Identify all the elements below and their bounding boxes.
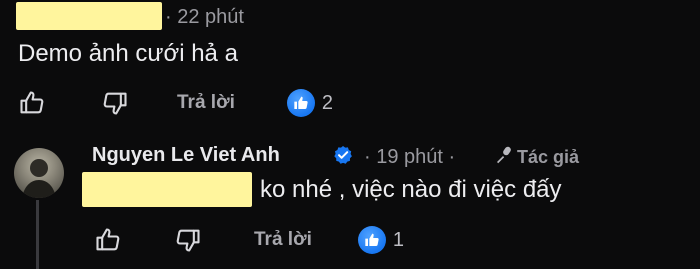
reply-button[interactable]: Trả lời [254, 229, 312, 251]
comment-text: Demo ảnh cưới hả a [18, 40, 238, 67]
author-name[interactable]: Nguyen Le Viet Anh [92, 144, 280, 167]
like-icon [286, 89, 315, 117]
reaction-count: 2 [321, 91, 333, 114]
verified-badge-icon [334, 146, 352, 164]
comment-thread: · 22 phút Demo ảnh cưới hả a Trả lời 2 N… [0, 0, 700, 269]
thumbs-down-icon[interactable] [101, 89, 129, 117]
reaction-summary[interactable]: 1 [357, 226, 404, 254]
author-tag: Tác giả [517, 147, 580, 167]
microphone-icon [497, 146, 511, 164]
comment-actions: Trả lời 1 [94, 226, 404, 254]
like-icon [357, 226, 386, 254]
redacted-mention [82, 172, 252, 207]
redacted-name [16, 2, 162, 30]
reply-button[interactable]: Trả lời [177, 92, 235, 114]
reaction-count: 1 [392, 228, 404, 251]
comment-actions: Trả lời 2 [18, 89, 333, 117]
comment-timestamp: · 19 phút · [364, 146, 456, 168]
comment-timestamp: · 22 phút [165, 6, 244, 28]
avatar[interactable] [14, 148, 64, 198]
thumbs-down-icon[interactable] [174, 226, 202, 254]
comment-text: ko nhé , việc nào đi việc đấy [260, 176, 562, 203]
reaction-summary[interactable]: 2 [286, 89, 333, 117]
thumbs-up-icon[interactable] [18, 89, 46, 117]
thread-line [36, 200, 39, 269]
thumbs-up-icon[interactable] [94, 226, 122, 254]
